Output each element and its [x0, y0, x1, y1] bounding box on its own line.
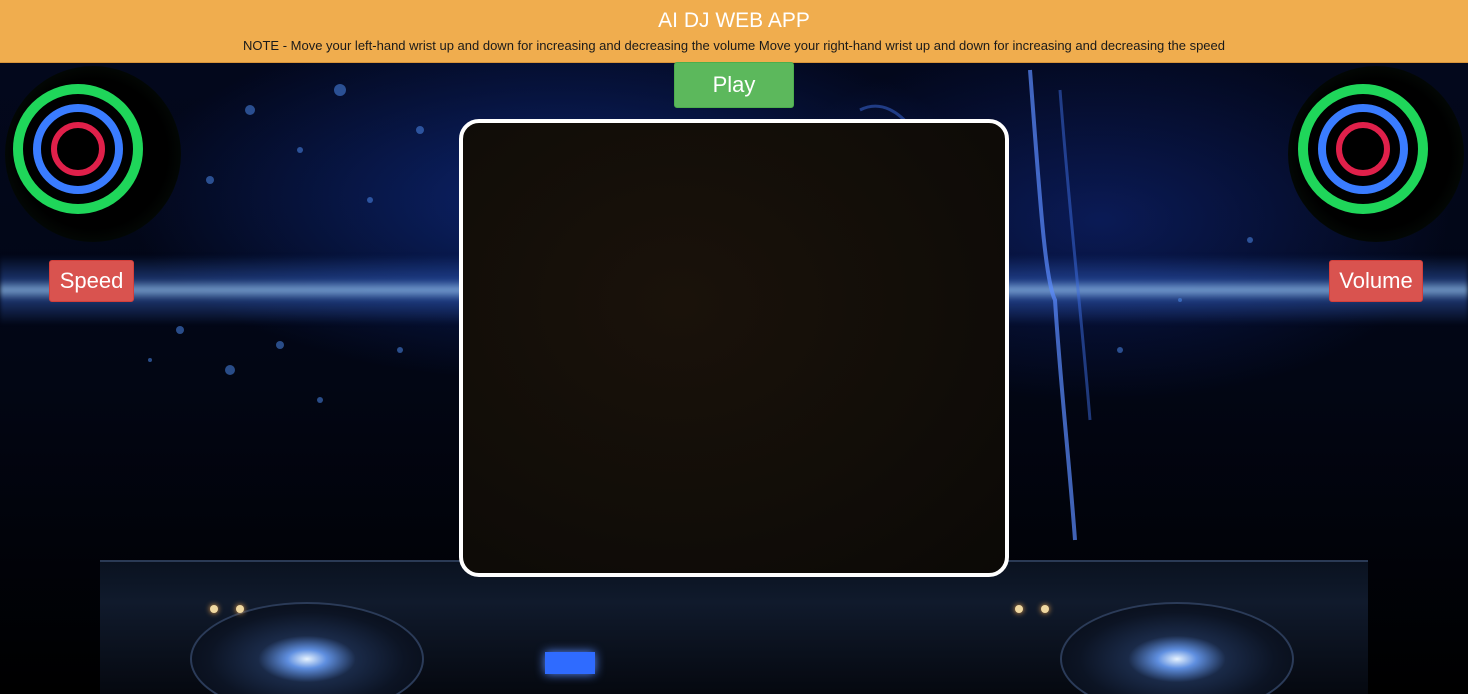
app-header: AI DJ WEB APP NOTE - Move your left-hand…	[0, 0, 1468, 63]
play-button[interactable]: Play	[674, 62, 794, 108]
right-knobs-graphic	[1015, 600, 1067, 618]
webcam-video	[459, 119, 1009, 577]
pad-lights-graphic	[545, 652, 595, 674]
dj-console-graphic	[100, 560, 1368, 694]
volume-label: Volume	[1329, 260, 1423, 302]
app-title: AI DJ WEB APP	[658, 9, 810, 32]
instructions-note: NOTE - Move your left-hand wrist up and …	[242, 38, 1226, 53]
left-speaker-icon	[5, 66, 181, 242]
right-turntable-graphic	[1060, 602, 1294, 694]
right-speaker-icon	[1288, 66, 1464, 242]
left-knobs-graphic	[210, 600, 262, 618]
speed-label: Speed	[49, 260, 134, 302]
